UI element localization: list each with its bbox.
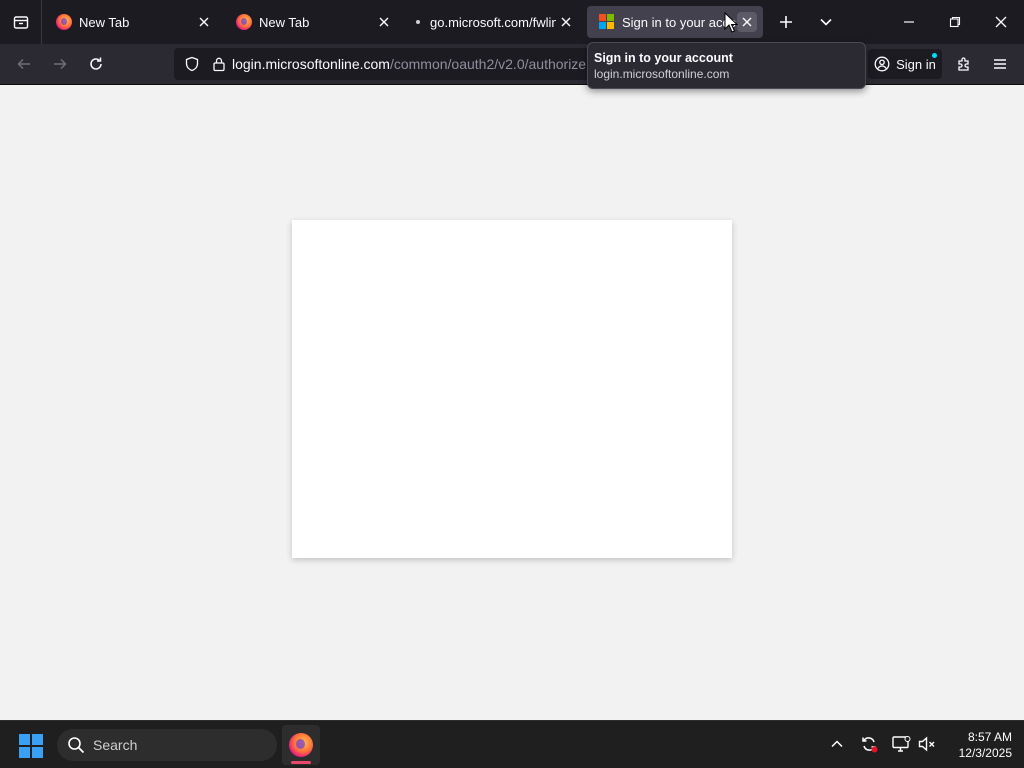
tab-title: New Tab bbox=[259, 14, 310, 30]
sync-status-tray-icon[interactable] bbox=[858, 733, 880, 755]
firefox-view-icon bbox=[13, 16, 28, 29]
tooltip-title: Sign in to your account bbox=[594, 51, 733, 65]
page-content bbox=[0, 86, 1024, 720]
url-domain: login.microsoftonline.com bbox=[232, 56, 390, 72]
show-hidden-icons-button[interactable] bbox=[826, 733, 848, 755]
url-text: login.microsoftonline.com/common/oauth2/… bbox=[232, 56, 586, 72]
tab-title: go.microsoft.com/fwlink bbox=[430, 14, 556, 30]
clock-date: 12/3/2025 bbox=[958, 746, 1012, 760]
close-window-button[interactable] bbox=[978, 0, 1024, 44]
tab-strip: New Tab New Tab go.microsoft.com/fwlink … bbox=[0, 0, 1024, 44]
volume-tray-icon[interactable] bbox=[916, 733, 938, 755]
tab-title: Sign in to your account bbox=[622, 14, 737, 30]
url-path: /common/oauth2/v2.0/authorize bbox=[389, 56, 587, 72]
minimize-button[interactable] bbox=[886, 0, 932, 44]
tab-close-button[interactable] bbox=[737, 12, 757, 32]
puzzle-icon bbox=[958, 57, 969, 71]
firefox-icon bbox=[289, 733, 313, 757]
lock-icon[interactable] bbox=[212, 56, 226, 72]
mouse-cursor-icon bbox=[724, 12, 738, 33]
extensions-button[interactable] bbox=[948, 48, 980, 80]
network-monitor-icon bbox=[892, 736, 911, 752]
sign-in-label: Sign in bbox=[896, 56, 936, 72]
firefox-view-button[interactable] bbox=[0, 0, 42, 44]
tooltip-url: login.microsoftonline.com bbox=[594, 67, 730, 81]
sign-in-card bbox=[292, 220, 732, 558]
tab-new-tab-1[interactable]: New Tab bbox=[44, 6, 220, 38]
tab-close-button[interactable] bbox=[194, 12, 214, 32]
app-menu-button[interactable] bbox=[984, 48, 1016, 80]
hamburger-menu-icon bbox=[994, 59, 1006, 69]
arrow-left-icon bbox=[17, 58, 30, 70]
plus-icon bbox=[780, 16, 792, 28]
start-button[interactable] bbox=[16, 731, 46, 761]
search-placeholder: Search bbox=[93, 737, 138, 753]
chevron-up-icon bbox=[831, 740, 843, 748]
taskbar-search-box[interactable]: Search bbox=[57, 729, 277, 761]
firefox-icon bbox=[236, 14, 252, 30]
new-tab-button[interactable] bbox=[770, 6, 802, 38]
taskbar-firefox-app[interactable] bbox=[282, 725, 320, 765]
navigation-toolbar: login.microsoftonline.com/common/oauth2/… bbox=[0, 44, 1024, 85]
account-icon bbox=[874, 56, 890, 72]
tab-new-tab-2[interactable]: New Tab bbox=[224, 6, 400, 38]
clock-time: 8:57 AM bbox=[967, 730, 1012, 744]
close-icon bbox=[561, 17, 571, 27]
reload-button[interactable] bbox=[80, 48, 112, 80]
reload-icon bbox=[90, 57, 102, 70]
list-all-tabs-button[interactable] bbox=[810, 6, 842, 38]
forward-button[interactable] bbox=[44, 48, 76, 80]
close-icon bbox=[199, 17, 209, 27]
search-icon bbox=[67, 736, 85, 754]
network-tray-icon[interactable] bbox=[890, 733, 912, 755]
close-icon bbox=[379, 17, 389, 27]
minimize-icon bbox=[904, 21, 914, 23]
notification-dot bbox=[932, 53, 937, 58]
microsoft-logo-icon bbox=[599, 14, 615, 30]
restore-icon bbox=[949, 16, 961, 28]
windows-logo-icon bbox=[19, 734, 43, 758]
sync-icon bbox=[862, 737, 878, 753]
tab-close-button[interactable] bbox=[374, 12, 394, 32]
chevron-down-icon bbox=[820, 18, 832, 26]
taskbar-clock[interactable]: 8:57 AM 12/3/2025 bbox=[940, 729, 1012, 761]
firefox-icon bbox=[56, 14, 72, 30]
active-app-indicator bbox=[291, 761, 311, 764]
account-sign-in-button[interactable]: Sign in bbox=[868, 49, 942, 79]
volume-muted-icon bbox=[918, 736, 935, 752]
close-icon bbox=[995, 16, 1007, 28]
restore-button[interactable] bbox=[932, 0, 978, 44]
tab-close-button[interactable] bbox=[556, 12, 576, 32]
tab-title: New Tab bbox=[79, 14, 130, 30]
loading-dot-icon bbox=[416, 20, 420, 24]
back-button[interactable] bbox=[8, 48, 40, 80]
tracking-protection-shield-icon[interactable] bbox=[184, 56, 200, 72]
url-bar[interactable]: login.microsoftonline.com/common/oauth2/… bbox=[174, 48, 592, 80]
tab-go-microsoft[interactable]: go.microsoft.com/fwlink bbox=[404, 6, 582, 38]
tab-tooltip: Sign in to your account login.microsofto… bbox=[587, 42, 866, 89]
taskbar: Search 8:57 AM 12/3/2025 bbox=[0, 720, 1024, 768]
close-icon bbox=[742, 17, 752, 27]
arrow-right-icon bbox=[54, 58, 67, 70]
